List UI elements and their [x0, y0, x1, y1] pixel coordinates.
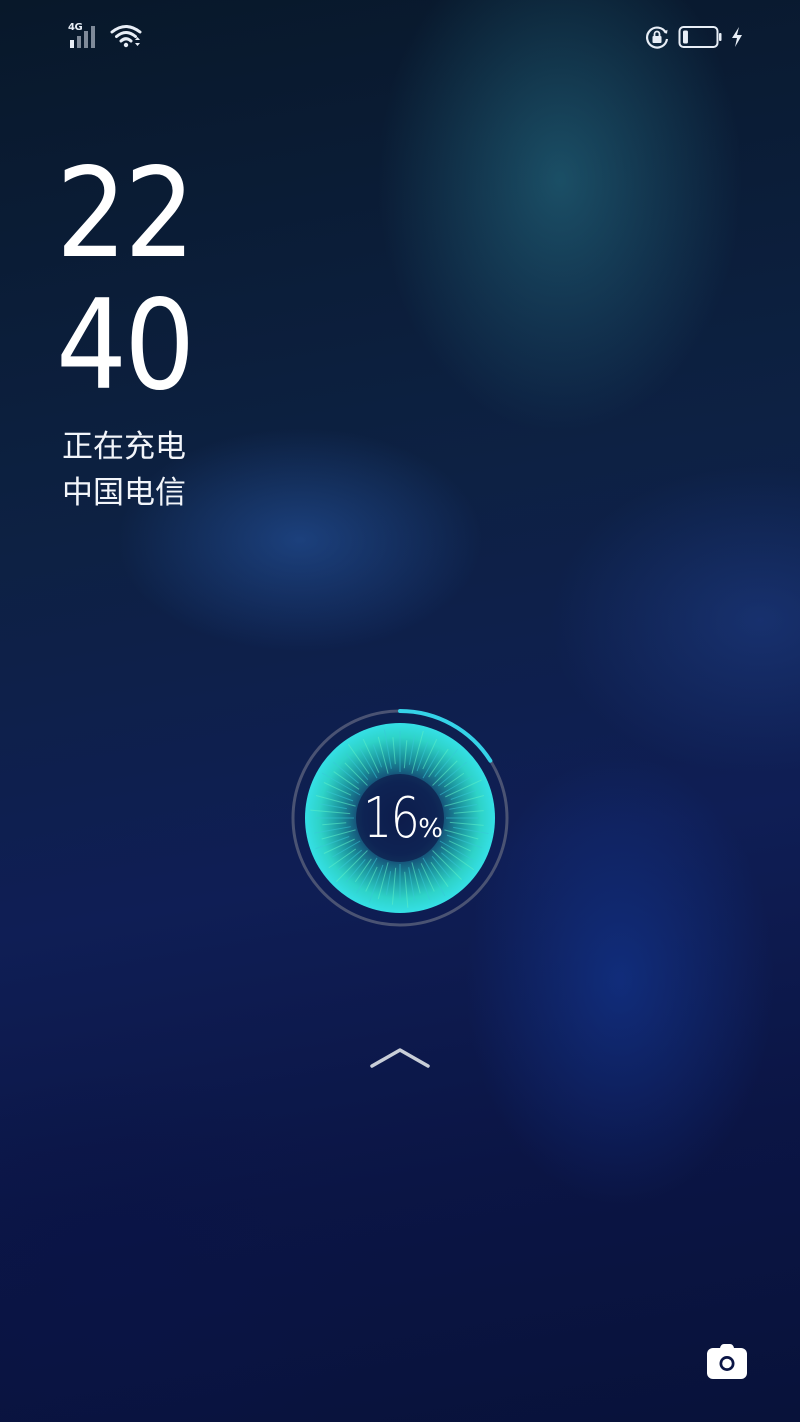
charging-bolt-icon	[732, 27, 742, 47]
lock-screen: 4G 22 40 正在充电 中国电信 16%	[0, 0, 800, 1422]
status-bar: 4G	[0, 0, 800, 76]
lock-clock: 22 40	[56, 148, 208, 412]
signal-strength-icon: 4G	[68, 22, 100, 48]
battery-percent-value: 16	[363, 786, 420, 851]
lock-info: 正在充电 中国电信	[62, 424, 186, 516]
charging-indicator: 16%	[290, 708, 510, 928]
chevron-up-icon[interactable]	[368, 1044, 432, 1072]
clock-hours: 22	[56, 142, 195, 286]
carrier-label: 中国电信	[62, 475, 186, 511]
battery-percent: 16%	[290, 786, 510, 851]
battery-percent-unit: %	[418, 814, 443, 844]
wifi-icon	[110, 25, 142, 48]
status-bar-left: 4G	[68, 22, 142, 48]
clock-minutes: 40	[56, 274, 195, 418]
status-bar-right	[644, 24, 744, 50]
charging-status-label: 正在充电	[62, 429, 186, 465]
network-type-label: 4G	[68, 22, 83, 33]
rotation-lock-icon	[646, 26, 669, 49]
camera-icon[interactable]	[706, 1343, 748, 1381]
battery-icon	[678, 26, 722, 48]
